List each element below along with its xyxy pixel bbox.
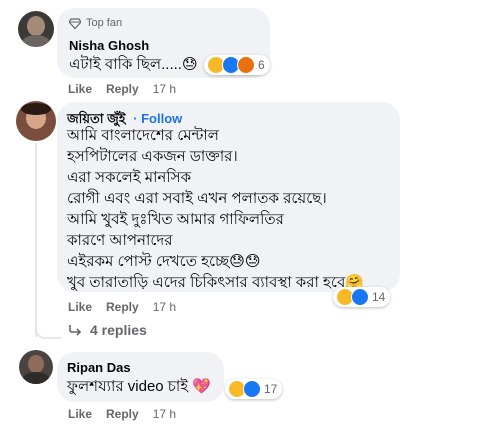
reaction-count: 17	[264, 382, 278, 396]
comment-actions: Like Reply 17 h	[68, 300, 176, 314]
avatar-face	[28, 355, 44, 373]
thread-connector	[28, 143, 68, 183]
comment-line: কারণে আপনাদের	[67, 232, 173, 249]
thread-line	[35, 143, 37, 337]
comment-line: আমি বাংলাদেশের মেন্টাল	[67, 127, 219, 144]
reply-arrow-icon	[69, 325, 82, 336]
comment-line: রোগী এবং এরা সবাই এখন পলাতক রয়েছে।	[67, 190, 327, 207]
replies-count-label: 4 replies	[90, 322, 147, 338]
commenter-name[interactable]: Nisha Ghosh	[69, 38, 149, 53]
reaction-count: 6	[258, 58, 265, 72]
comment-line: খুব তারাতাড়ি এদের চিকিৎসার ব্যাবস্থা কর…	[67, 274, 364, 291]
timestamp[interactable]: 17 h	[153, 407, 176, 421]
reaction-summary[interactable]: 14	[333, 287, 391, 307]
comment-line: আমি খুবই দুঃখিত আমার গাফিলতির	[67, 211, 284, 228]
avatar-face	[27, 16, 45, 36]
avatar[interactable]	[18, 11, 54, 47]
comment-line: এরা সকলেই মানসিক	[67, 169, 192, 186]
thread-elbow	[35, 327, 61, 339]
reply-button[interactable]: Reply	[106, 82, 139, 96]
reply-button[interactable]: Reply	[106, 300, 139, 314]
top-fan-badge: Top fan	[69, 17, 122, 29]
like-button[interactable]: Like	[68, 82, 92, 96]
comment-line: এইরকম পোস্ট দেখতে হচ্ছে😓😓	[67, 253, 261, 270]
reaction-summary[interactable]: 6	[204, 55, 270, 75]
like-button[interactable]: Like	[68, 407, 92, 421]
comment-actions: Like Reply 17 h	[68, 407, 176, 421]
timestamp[interactable]: 17 h	[153, 82, 176, 96]
angry-icon	[237, 56, 255, 74]
comment-bubble: Ripan Das ফুলশয্যার video চাই 💖	[57, 352, 224, 402]
reaction-summary[interactable]: 17	[225, 379, 283, 399]
avatar-shoulders	[22, 372, 50, 384]
avatar-shoulders	[21, 35, 51, 47]
like-icon	[351, 288, 369, 306]
badge-label: Top fan	[86, 17, 123, 29]
reply-button[interactable]: Reply	[106, 407, 139, 421]
like-button[interactable]: Like	[68, 300, 92, 314]
avatar[interactable]	[16, 101, 56, 141]
comment-bubble: জয়িতা জুঁই · Follow আমি বাংলাদেশের মেন্…	[57, 102, 400, 292]
comment-line: হসপিটালের একজন ডাক্তার।	[67, 148, 238, 165]
avatar[interactable]	[19, 350, 53, 384]
commenter-name-text[interactable]: জয়িতা জুঁই	[67, 111, 126, 126]
like-icon	[243, 380, 261, 398]
reaction-count: 14	[372, 290, 386, 304]
comment-actions: Like Reply 17 h	[68, 82, 176, 96]
commenter-name[interactable]: Ripan Das	[67, 360, 131, 375]
diamond-icon	[69, 17, 81, 29]
follow-link[interactable]: · Follow	[133, 111, 182, 126]
avatar-hair	[21, 103, 51, 115]
comment-text: ফুলশয্যার video চাই 💖	[67, 378, 211, 395]
comment-text: এটাই বাকি ছিল.....😓	[69, 56, 198, 73]
view-replies-button[interactable]: 4 replies	[68, 322, 147, 338]
timestamp[interactable]: 17 h	[153, 300, 176, 314]
